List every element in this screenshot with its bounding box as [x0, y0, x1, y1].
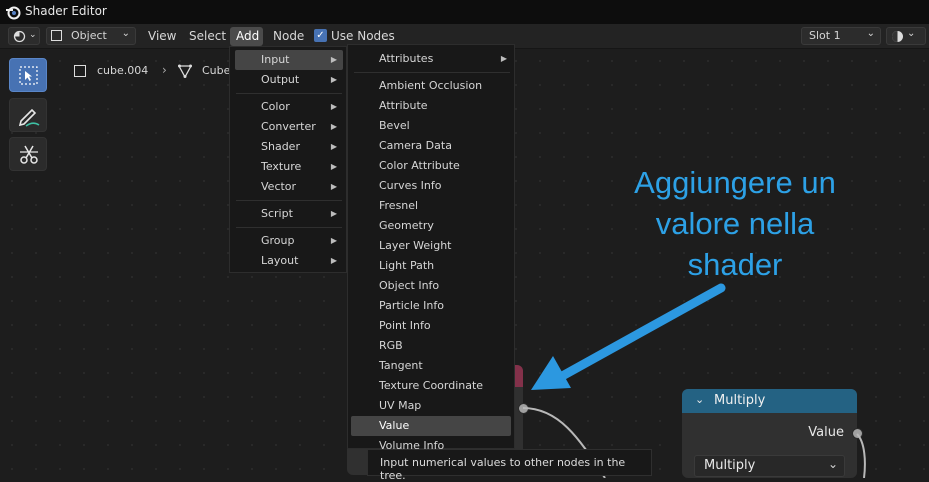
- tooltip: Input numerical values to other nodes in…: [367, 449, 652, 482]
- add-menu-item-shader[interactable]: Shader ▶: [235, 137, 343, 157]
- input-item-particle-info[interactable]: Particle Info: [351, 296, 513, 316]
- scissors-icon: [20, 145, 38, 164]
- multiply-node[interactable]: ⌄ Multiply Value Multiply ⌄: [682, 389, 857, 478]
- material-browse-button[interactable]: ⌄: [886, 27, 926, 45]
- input-item-bevel[interactable]: Bevel: [351, 116, 513, 136]
- operation-dropdown[interactable]: Multiply ⌄: [694, 455, 845, 477]
- menu-separator: [236, 227, 342, 228]
- submenu-arrow-icon: ▶: [330, 142, 337, 151]
- annotation-line-3: shader: [687, 247, 783, 282]
- mesh-icon: [178, 64, 192, 78]
- object-icon: [51, 30, 62, 41]
- operation-dropdown-label: Multiply: [704, 458, 756, 473]
- submenu-arrow-icon: ▶: [330, 102, 337, 111]
- title-bar: Shader Editor: [0, 0, 929, 24]
- add-menu-item-texture[interactable]: Texture ▶: [235, 157, 343, 177]
- breadcrumb-object: cube.004: [97, 64, 149, 77]
- object-icon: [74, 65, 86, 77]
- add-menu-item-converter[interactable]: Converter ▶: [235, 117, 343, 137]
- annotation-line-1: Aggiungere un: [634, 165, 836, 200]
- input-item-color-attribute[interactable]: Color Attribute: [351, 156, 513, 176]
- blender-logo-icon: [6, 6, 21, 20]
- input-item-rgb[interactable]: RGB: [351, 336, 513, 356]
- use-nodes-label: Use Nodes: [331, 29, 395, 43]
- material-sphere-icon: [892, 31, 903, 42]
- submenu-arrow-icon: ▶: [330, 162, 337, 171]
- menu-add[interactable]: Add: [230, 27, 263, 46]
- add-menu-item-input[interactable]: Input ▶: [235, 50, 343, 70]
- input-item-volume-info[interactable]: Volume Info: [351, 436, 513, 449]
- shader-editor-icon: [13, 30, 26, 43]
- chevron-down-icon: ⌄: [29, 30, 37, 40]
- chevron-down-icon: ⌄: [907, 28, 916, 39]
- annotation-text: Aggiungere un valore nella shader: [600, 162, 870, 285]
- add-menu: Input ▶ Output ▶ Color ▶ Converter ▶ Shader ▶…: [229, 46, 347, 273]
- annotate-tool[interactable]: [9, 98, 47, 132]
- select-box-icon: [19, 66, 38, 85]
- annotate-pencil-icon: [18, 108, 40, 127]
- object-mode-dropdown[interactable]: Object ⌄: [46, 27, 136, 45]
- add-menu-item-vector[interactable]: Vector ▶: [235, 177, 343, 197]
- input-item-point-info[interactable]: Point Info: [351, 316, 513, 336]
- input-item-fresnel[interactable]: Fresnel: [351, 196, 513, 216]
- input-item-ambient-occlusion[interactable]: Ambient Occlusion: [351, 76, 513, 96]
- object-mode-label: Object: [71, 29, 107, 42]
- breadcrumb-mesh: Cube: [202, 64, 231, 77]
- submenu-arrow-icon: ▶: [330, 236, 337, 245]
- input-item-attribute[interactable]: Attribute: [351, 96, 513, 116]
- chevron-down-icon: ⌄: [827, 457, 838, 471]
- menu-separator: [236, 93, 342, 94]
- input-item-curves-info[interactable]: Curves Info: [351, 176, 513, 196]
- input-item-value[interactable]: Value: [351, 416, 511, 436]
- input-item-texture-coordinate[interactable]: Texture Coordinate: [351, 376, 513, 396]
- input-item-layer-weight[interactable]: Layer Weight: [351, 236, 513, 256]
- submenu-arrow-icon: ▶: [330, 75, 337, 84]
- input-item-geometry[interactable]: Geometry: [351, 216, 513, 236]
- node-link: [856, 433, 866, 478]
- submenu-arrow-icon: ▶: [330, 55, 337, 64]
- multiply-output-label: Value: [808, 425, 844, 440]
- input-item-object-info[interactable]: Object Info: [351, 276, 513, 296]
- slot-dropdown[interactable]: Slot 1 ⌄: [801, 27, 881, 45]
- menu-separator: [236, 200, 342, 201]
- tooltip-text: Input numerical values to other nodes in…: [380, 456, 626, 482]
- annotation-arrow-icon: [531, 283, 726, 390]
- menu-select[interactable]: Select: [189, 29, 226, 43]
- use-nodes-checkbox[interactable]: ✓: [314, 29, 327, 42]
- input-item-light-path[interactable]: Light Path: [351, 256, 513, 276]
- add-menu-item-output[interactable]: Output ▶: [235, 70, 343, 90]
- submenu-arrow-icon: ▶: [330, 122, 337, 131]
- add-menu-item-layout[interactable]: Layout ▶: [235, 251, 343, 271]
- submenu-arrow-icon: ▶: [500, 54, 507, 63]
- menu-add-label: Add: [236, 29, 260, 43]
- chevron-down-icon: ⌄: [121, 28, 130, 39]
- add-menu-item-color[interactable]: Color ▶: [235, 97, 343, 117]
- submenu-arrow-icon: ▶: [330, 256, 337, 265]
- add-menu-item-group[interactable]: Group ▶: [235, 231, 343, 251]
- menu-node[interactable]: Node: [273, 29, 304, 43]
- chevron-down-icon: ⌄: [866, 28, 875, 39]
- links-cut-tool[interactable]: [9, 137, 47, 171]
- breadcrumb: cube.004 › Cube: [74, 63, 254, 79]
- add-menu-item-script[interactable]: Script ▶: [235, 204, 343, 224]
- input-item-tangent[interactable]: Tangent: [351, 356, 513, 376]
- breadcrumb-separator-icon: ›: [162, 63, 167, 77]
- window-title: Shader Editor: [25, 4, 107, 18]
- select-box-tool[interactable]: [9, 58, 47, 92]
- editor-type-button[interactable]: ⌄: [8, 27, 40, 45]
- slot-label: Slot 1: [809, 29, 841, 42]
- submenu-arrow-icon: ▶: [330, 209, 337, 218]
- input-submenu: Attributes ▶ Ambient Occlusion Attribute …: [347, 44, 515, 449]
- input-item-uv-map[interactable]: UV Map: [351, 396, 513, 416]
- annotation-line-2: valore nella: [655, 206, 815, 241]
- input-item-camera-data[interactable]: Camera Data: [351, 136, 513, 156]
- submenu-arrow-icon: ▶: [330, 182, 337, 191]
- menu-view[interactable]: View: [148, 29, 176, 43]
- menu-separator: [354, 72, 510, 73]
- input-item-attributes[interactable]: Attributes ▶: [351, 49, 513, 69]
